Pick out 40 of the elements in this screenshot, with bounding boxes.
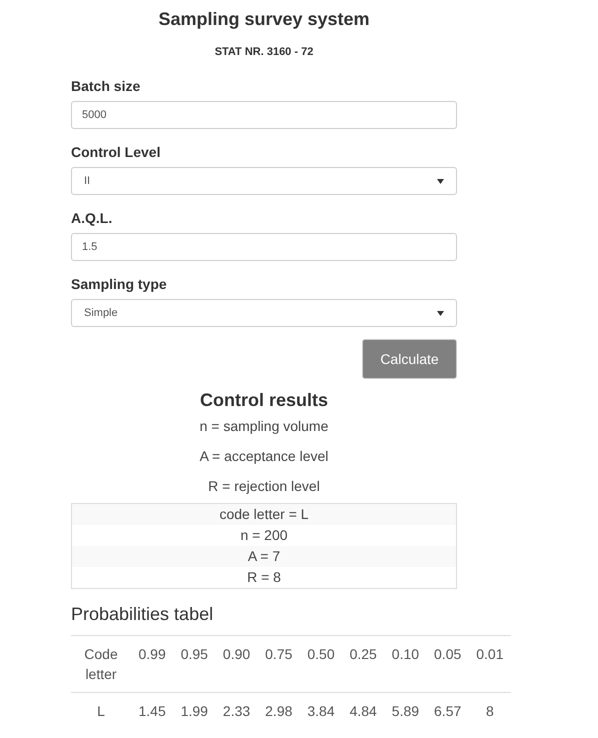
column-header: 0.05 bbox=[426, 636, 469, 692]
legend-text: R = rejection level bbox=[208, 477, 320, 495]
field-label: Control Level bbox=[71, 143, 162, 161]
page-title: Sampling survey system bbox=[157, 8, 371, 30]
page-subtitle: STAT NR. 3160 - 72 bbox=[214, 45, 314, 59]
field-label: Batch size bbox=[71, 77, 142, 95]
calculate-button[interactable]: Calculate bbox=[362, 339, 457, 379]
table-cell: code letter = L bbox=[72, 504, 456, 525]
legend-text: n = sampling volume bbox=[200, 417, 328, 435]
table-cell: 1.99 bbox=[173, 692, 216, 729]
field-label: Sampling type bbox=[71, 275, 168, 293]
column-header: 0.99 bbox=[131, 636, 174, 692]
column-header: 0.75 bbox=[258, 636, 300, 692]
caret-icon bbox=[437, 310, 444, 316]
caret-icon bbox=[437, 178, 444, 184]
input-field[interactable]: 5000 bbox=[71, 101, 457, 129]
table-cell: 6.57 bbox=[426, 692, 469, 729]
column-header: 0.01 bbox=[468, 636, 511, 692]
column-header: 0.90 bbox=[215, 636, 258, 692]
table-cell: 3.84 bbox=[300, 692, 342, 729]
column-header: Code letter bbox=[71, 636, 131, 692]
table-cell: 2.33 bbox=[215, 692, 258, 729]
column-header: 0.25 bbox=[342, 636, 384, 692]
dropdown[interactable]: Simple bbox=[71, 299, 457, 327]
input-field[interactable]: 1.5 bbox=[71, 233, 457, 261]
legend-text: A = acceptance level bbox=[200, 447, 328, 465]
table-cell: 1.45 bbox=[131, 692, 174, 729]
table-cell: 8 bbox=[468, 692, 511, 729]
table-cell: A = 7 bbox=[72, 546, 456, 567]
table-cell: L bbox=[71, 692, 131, 729]
column-header: 0.10 bbox=[384, 636, 427, 692]
section-title: Control results bbox=[198, 389, 329, 411]
section-title: Probabilities tabel bbox=[71, 603, 214, 625]
table-cell: 5.89 bbox=[384, 692, 427, 729]
field-label: A.Q.L. bbox=[71, 209, 114, 227]
column-header: 0.50 bbox=[300, 636, 342, 692]
dropdown[interactable]: II bbox=[71, 167, 457, 195]
table-cell: 4.84 bbox=[342, 692, 384, 729]
table-cell: 2.98 bbox=[258, 692, 300, 729]
column-header: 0.95 bbox=[173, 636, 216, 692]
